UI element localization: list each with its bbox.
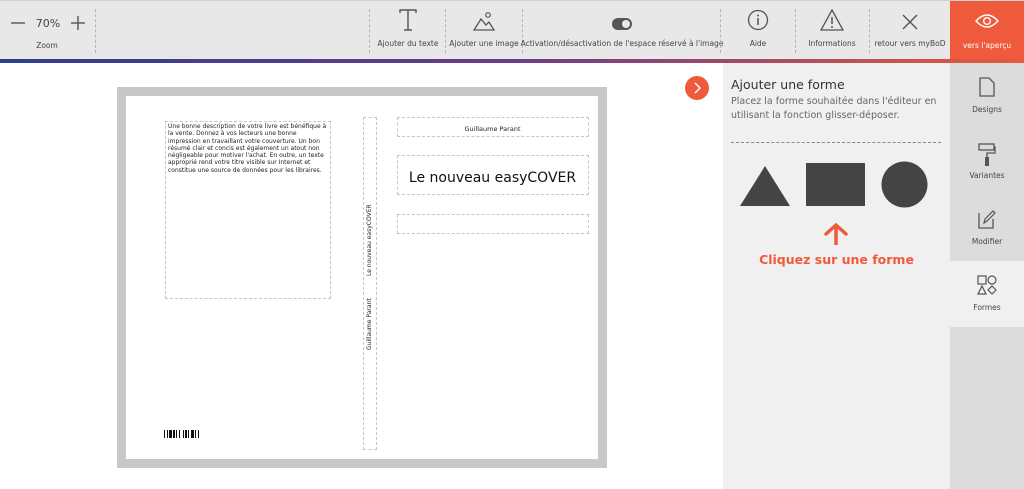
add-image-label: Ajouter une image (449, 39, 519, 48)
chevron-right-icon (694, 82, 702, 94)
zoom-in-button[interactable] (68, 13, 88, 33)
panel-title: Ajouter une forme (731, 77, 845, 92)
editor-canvas[interactable]: Une bonne description de votre livre est… (0, 63, 723, 489)
back-description-text[interactable]: Une bonne description de votre livre est… (168, 123, 330, 174)
toolbar-separator (869, 9, 870, 53)
top-toolbar: 70% Zoom Ajouter du texte Ajouter une im… (0, 0, 1024, 60)
paint-roller-icon (978, 143, 996, 166)
help-label: Aide (749, 39, 767, 48)
shapes-panel: Ajouter une forme Placez la forme souhai… (723, 63, 950, 489)
panel-description: Placez la forme souhaitée dans l'éditeur… (731, 96, 937, 121)
tab-formes-label: Formes (973, 303, 1001, 312)
spine-placeholder[interactable] (363, 117, 377, 450)
tab-formes[interactable]: Formes (950, 261, 1024, 327)
toolbar-separator (95, 9, 96, 53)
toolbar-separator (720, 9, 721, 53)
back-to-mybod-label: retour vers myBoD (874, 39, 946, 48)
barcode (164, 430, 214, 438)
eye-icon (975, 14, 999, 28)
zoom-control: 70% Zoom (8, 1, 88, 60)
sidebar-tabs: Designs Variantes Modifier Formes (950, 63, 1024, 489)
toggle-image-placeholder-label: Activation/désactivation de l'espace rés… (520, 39, 724, 48)
front-author-text[interactable]: Guillaume Parant (397, 125, 588, 133)
warning-triangle-icon (820, 9, 844, 31)
close-icon (902, 14, 918, 30)
tab-variantes-label: Variantes (969, 171, 1005, 180)
tab-modifier[interactable]: Modifier (950, 195, 1024, 261)
add-image-button[interactable]: Ajouter une image (448, 1, 520, 60)
circle-shape[interactable] (881, 161, 928, 208)
shape-hint-text: Cliquez sur une forme (759, 252, 914, 267)
toolbar-separator (369, 9, 370, 53)
text-icon (399, 9, 417, 31)
front-extra-placeholder[interactable] (397, 214, 589, 234)
rectangle-shape[interactable] (806, 163, 865, 206)
toggle-image-placeholder-button[interactable]: Activation/désactivation de l'espace rés… (521, 1, 723, 60)
tab-variantes[interactable]: Variantes (950, 129, 1024, 195)
plus-icon (70, 16, 85, 30)
zoom-value: 70% (35, 16, 61, 30)
book-cover[interactable]: Une bonne description de votre livre est… (117, 87, 607, 468)
panel-divider (731, 142, 941, 143)
toolbar-separator (795, 9, 796, 53)
barcode-stripe (199, 430, 200, 438)
help-button[interactable]: Aide (723, 1, 793, 60)
information-button[interactable]: Informations (797, 1, 867, 60)
edit-icon (978, 210, 996, 229)
information-label: Informations (808, 39, 856, 48)
triangle-shape[interactable] (739, 165, 791, 207)
spine-author-text[interactable]: Guillaume Parant (366, 298, 373, 350)
shapes-icon (977, 275, 997, 295)
book-cover-inner: Une bonne description de votre livre est… (126, 96, 598, 459)
document-icon (979, 77, 995, 97)
add-text-button[interactable]: Ajouter du texte (373, 1, 443, 60)
back-to-mybod-button[interactable]: retour vers myBoD (872, 1, 948, 60)
add-text-label: Ajouter du texte (377, 39, 439, 48)
zoom-label: Zoom (36, 41, 58, 50)
info-circle-icon (747, 9, 769, 31)
tab-modifier-label: Modifier (971, 237, 1003, 246)
image-mountain-icon (473, 12, 495, 31)
zoom-out-button[interactable] (8, 13, 28, 33)
spine-title-text[interactable]: Le nouveau easyCOVER (366, 204, 373, 276)
collapse-panel-button[interactable] (685, 76, 709, 100)
tab-designs-label: Designs (972, 105, 1002, 114)
front-title-text[interactable]: Le nouveau easyCOVER (397, 170, 588, 186)
easycover-editor: 70% Zoom Ajouter du texte Ajouter une im… (0, 0, 1024, 489)
toggle-switch-icon (612, 18, 632, 30)
arrow-up-icon (824, 223, 848, 245)
preview-button[interactable]: vers l'aperçu (950, 1, 1024, 60)
tab-designs[interactable]: Designs (950, 63, 1024, 129)
toolbar-separator (445, 9, 446, 53)
minus-icon (11, 22, 25, 24)
preview-label: vers l'aperçu (962, 41, 1012, 50)
